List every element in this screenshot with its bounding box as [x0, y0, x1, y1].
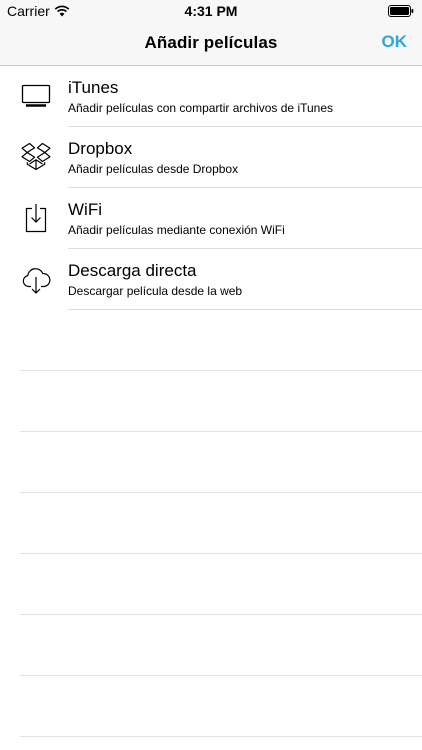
- source-list: iTunes Añadir películas con compartir ar…: [0, 66, 422, 310]
- empty-row-divider: [20, 553, 422, 554]
- list-item-itunes[interactable]: iTunes Añadir películas con compartir ar…: [0, 66, 422, 127]
- dropbox-icon: [20, 141, 52, 173]
- download-tray-icon: [20, 202, 52, 234]
- item-subtitle: Añadir películas mediante conexión WiFi: [68, 223, 285, 237]
- item-subtitle: Añadir películas desde Dropbox: [68, 162, 239, 176]
- item-title: Descarga directa: [68, 261, 197, 280]
- item-title: WiFi: [68, 200, 102, 219]
- item-subtitle: Descargar película desde la web: [68, 284, 243, 298]
- item-title: Dropbox: [68, 139, 133, 158]
- empty-row-divider: [20, 492, 422, 493]
- item-subtitle: Añadir películas con compartir archivos …: [68, 101, 334, 115]
- empty-row-divider: [20, 614, 422, 615]
- ok-button[interactable]: OK: [382, 32, 408, 52]
- list-item-dropbox[interactable]: Dropbox Añadir películas desde Dropbox: [0, 127, 422, 188]
- row-divider: [68, 309, 422, 310]
- status-time: 4:31 PM: [184, 3, 238, 19]
- monitor-icon: [20, 80, 52, 112]
- list-item-direct-download[interactable]: Descarga directa Descargar película desd…: [0, 249, 422, 310]
- battery-icon: [388, 5, 414, 17]
- cloud-download-icon: [20, 263, 52, 295]
- status-bar: Carrier 4:31 PM: [0, 0, 422, 22]
- empty-row-divider: [20, 431, 422, 432]
- empty-row-divider: [20, 736, 422, 737]
- empty-row-divider: [20, 675, 422, 676]
- navigation-bar: Añadir películas OK: [0, 22, 422, 66]
- item-title: iTunes: [68, 78, 119, 97]
- list-item-wifi[interactable]: WiFi Añadir películas mediante conexión …: [0, 188, 422, 249]
- empty-row-divider: [20, 370, 422, 371]
- page-title: Añadir películas: [144, 33, 278, 52]
